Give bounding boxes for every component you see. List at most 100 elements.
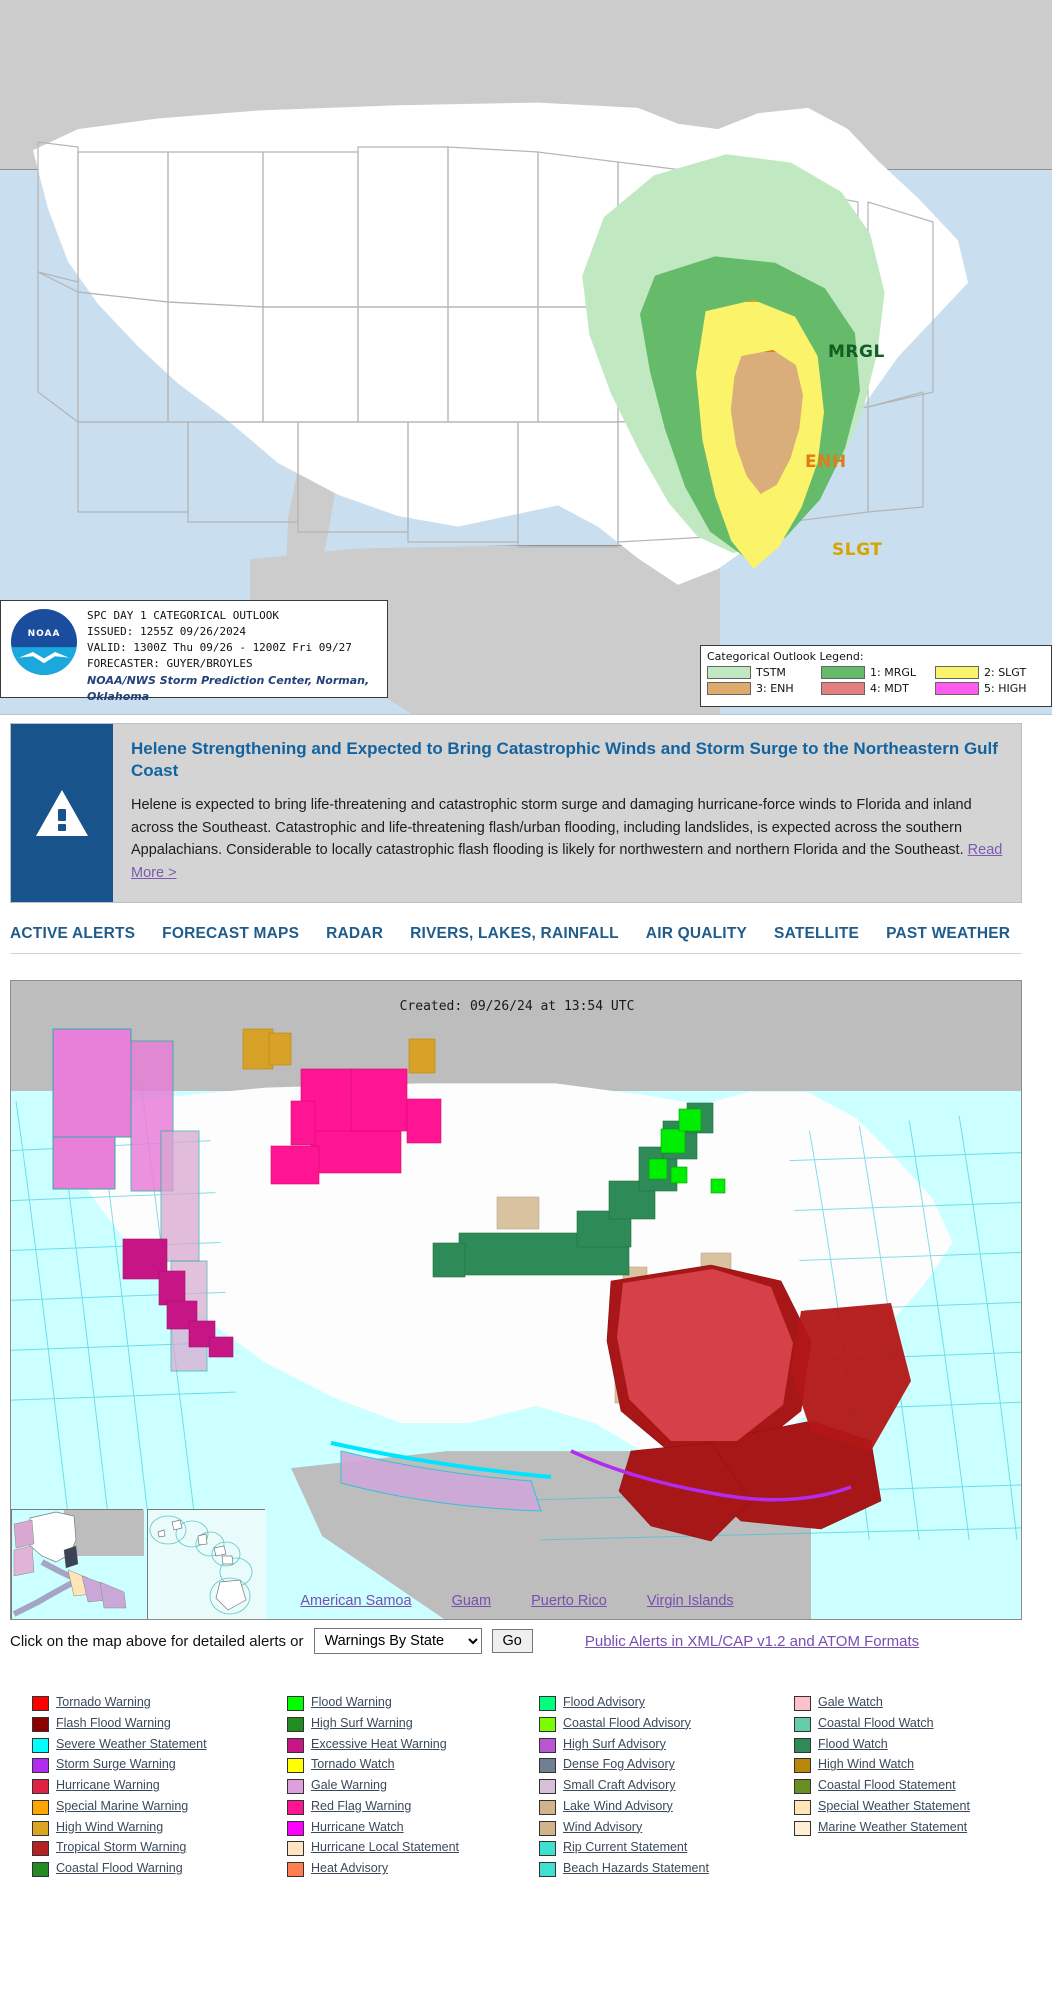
spc-legend-label: 3: ENH — [756, 682, 794, 695]
legend-item[interactable]: Coastal Flood Watch — [794, 1715, 1032, 1733]
legend-item[interactable]: Lake Wind Advisory — [539, 1798, 794, 1816]
tab-satellite[interactable]: SATELLITE — [774, 925, 859, 943]
legend-item-label[interactable]: Coastal Flood Statement — [818, 1777, 956, 1795]
territory-links[interactable]: American Samoa Guam Puerto Rico Virgin I… — [11, 1593, 1021, 1609]
legend-item-label[interactable]: Special Marine Warning — [56, 1798, 188, 1816]
primary-nav-tabs[interactable]: ACTIVE ALERTS FORECAST MAPS RADAR RIVERS… — [10, 925, 1022, 955]
legend-item[interactable]: Coastal Flood Warning — [32, 1860, 287, 1878]
alert-banner: Helene Strengthening and Expected to Bri… — [10, 723, 1022, 904]
legend-item-label[interactable]: High Surf Warning — [311, 1715, 413, 1733]
legend-item-label[interactable]: Dense Fog Advisory — [563, 1756, 675, 1774]
spc-legend-label: 1: MRGL — [870, 666, 916, 679]
legend-item-label[interactable]: Hurricane Local Statement — [311, 1839, 459, 1857]
legend-item[interactable]: Marine Weather Statement — [794, 1819, 1032, 1837]
legend-item[interactable]: Dense Fog Advisory — [539, 1756, 794, 1774]
legend-item[interactable]: Excessive Heat Warning — [287, 1736, 539, 1754]
legend-item[interactable]: Tropical Storm Warning — [32, 1839, 287, 1857]
legend-item-label[interactable]: Marine Weather Statement — [818, 1819, 967, 1837]
legend-item[interactable]: High Surf Warning — [287, 1715, 539, 1733]
legend-item-label[interactable]: Tornado Warning — [56, 1694, 151, 1712]
spc-outlook-map[interactable]: MRGL ENH SLGT NOAA SPC DAY 1 CATEGORICAL… — [0, 0, 1052, 715]
legend-item[interactable]: Special Weather Statement — [794, 1798, 1032, 1816]
legend-item-label[interactable]: Coastal Flood Warning — [56, 1860, 183, 1878]
legend-color-swatch — [539, 1799, 556, 1815]
legend-item-label[interactable]: Coastal Flood Watch — [818, 1715, 934, 1733]
legend-item[interactable]: Hurricane Local Statement — [287, 1839, 539, 1857]
tab-radar[interactable]: RADAR — [326, 925, 383, 943]
legend-item-label[interactable]: Flood Watch — [818, 1736, 888, 1754]
legend-item[interactable]: Tornado Watch — [287, 1756, 539, 1774]
link-american-samoa[interactable]: American Samoa — [300, 1593, 411, 1609]
tab-rivers-lakes-rainfall[interactable]: RIVERS, LAKES, RAINFALL — [410, 925, 619, 943]
legend-item-label[interactable]: High Wind Watch — [818, 1756, 914, 1774]
link-guam[interactable]: Guam — [452, 1593, 492, 1609]
legend-item[interactable]: Hurricane Watch — [287, 1819, 539, 1837]
legend-item[interactable]: Rip Current Statement — [539, 1839, 794, 1857]
legend-item-label[interactable]: Hurricane Watch — [311, 1819, 404, 1837]
legend-item[interactable]: Flood Watch — [794, 1736, 1032, 1754]
legend-item[interactable]: High Surf Advisory — [539, 1736, 794, 1754]
legend-item-label[interactable]: High Surf Advisory — [563, 1736, 666, 1754]
legend-item-label[interactable]: Flood Advisory — [563, 1694, 645, 1712]
legend-item[interactable]: Gale Watch — [794, 1694, 1032, 1712]
legend-color-swatch — [287, 1696, 304, 1712]
active-alerts-map[interactable]: Created: 09/26/24 at 13:54 UTC American … — [10, 980, 1022, 1621]
tab-air-quality[interactable]: AIR QUALITY — [646, 925, 747, 943]
legend-item-label[interactable]: Small Craft Advisory — [563, 1777, 676, 1795]
spc-legend-label: 2: SLGT — [984, 666, 1027, 679]
legend-item-label[interactable]: Lake Wind Advisory — [563, 1798, 673, 1816]
legend-item[interactable]: High Wind Watch — [794, 1756, 1032, 1774]
legend-item-label[interactable]: Rip Current Statement — [563, 1839, 687, 1857]
legend-item[interactable]: Severe Weather Statement — [32, 1736, 287, 1754]
legend-item[interactable]: Flood Advisory — [539, 1694, 794, 1712]
link-virgin-islands[interactable]: Virgin Islands — [647, 1593, 734, 1609]
legend-column-3: Flood Advisory Coastal Flood Advisory High… — [539, 1694, 794, 1878]
legend-color-swatch — [32, 1716, 49, 1732]
legend-item-label[interactable]: Hurricane Warning — [56, 1777, 160, 1795]
legend-item-label[interactable]: High Wind Warning — [56, 1819, 163, 1837]
alerts-legend: Tornado Warning Flash Flood Warning Severe… — [32, 1694, 1032, 1878]
spc-info-title: SPC DAY 1 CATEGORICAL OUTLOOK — [87, 609, 280, 622]
legend-item[interactable]: Beach Hazards Statement — [539, 1860, 794, 1878]
legend-item-label[interactable]: Tropical Storm Warning — [56, 1839, 186, 1857]
legend-item-label[interactable]: Severe Weather Statement — [56, 1736, 207, 1754]
legend-item-label[interactable]: Heat Advisory — [311, 1860, 388, 1878]
legend-item[interactable]: High Wind Warning — [32, 1819, 287, 1837]
legend-item-label[interactable]: Gale Watch — [818, 1694, 883, 1712]
legend-item[interactable]: Storm Surge Warning — [32, 1756, 287, 1774]
tab-active-alerts[interactable]: ACTIVE ALERTS — [10, 925, 135, 943]
go-button[interactable]: Go — [491, 1629, 533, 1654]
legend-color-swatch — [32, 1779, 49, 1795]
legend-item[interactable]: Gale Warning — [287, 1777, 539, 1795]
legend-item-label[interactable]: Beach Hazards Statement — [563, 1860, 709, 1878]
tab-past-weather[interactable]: PAST WEATHER — [886, 925, 1010, 943]
legend-item-label[interactable]: Coastal Flood Advisory — [563, 1715, 691, 1733]
alert-text-column: Helene Strengthening and Expected to Bri… — [113, 724, 1021, 902]
legend-item-label[interactable]: Gale Warning — [311, 1777, 387, 1795]
legend-column-1: Tornado Warning Flash Flood Warning Severe… — [32, 1694, 287, 1878]
legend-item[interactable]: Flash Flood Warning — [32, 1715, 287, 1733]
legend-item[interactable]: Heat Advisory — [287, 1860, 539, 1878]
legend-item[interactable]: Small Craft Advisory — [539, 1777, 794, 1795]
legend-item-label[interactable]: Red Flag Warning — [311, 1798, 411, 1816]
legend-item-label[interactable]: Storm Surge Warning — [56, 1756, 176, 1774]
legend-item-label[interactable]: Flood Warning — [311, 1694, 392, 1712]
tab-forecast-maps[interactable]: FORECAST MAPS — [162, 925, 299, 943]
link-puerto-rico[interactable]: Puerto Rico — [531, 1593, 607, 1609]
legend-item[interactable]: Tornado Warning — [32, 1694, 287, 1712]
legend-item[interactable]: Hurricane Warning — [32, 1777, 287, 1795]
legend-item-label[interactable]: Wind Advisory — [563, 1819, 642, 1837]
spc-legend-title: Categorical Outlook Legend: — [707, 650, 864, 663]
legend-item-label[interactable]: Flash Flood Warning — [56, 1715, 171, 1733]
legend-item-label[interactable]: Tornado Watch — [311, 1756, 395, 1774]
xml-cap-atom-link[interactable]: Public Alerts in XML/CAP v1.2 and ATOM F… — [585, 1633, 919, 1650]
legend-item[interactable]: Special Marine Warning — [32, 1798, 287, 1816]
legend-item[interactable]: Wind Advisory — [539, 1819, 794, 1837]
warnings-by-state-select[interactable]: Warnings By State — [313, 1628, 482, 1655]
legend-item[interactable]: Coastal Flood Advisory — [539, 1715, 794, 1733]
legend-item[interactable]: Coastal Flood Statement — [794, 1777, 1032, 1795]
legend-item[interactable]: Red Flag Warning — [287, 1798, 539, 1816]
legend-item-label[interactable]: Special Weather Statement — [818, 1798, 970, 1816]
legend-item[interactable]: Flood Warning — [287, 1694, 539, 1712]
legend-item-label[interactable]: Excessive Heat Warning — [311, 1736, 447, 1754]
